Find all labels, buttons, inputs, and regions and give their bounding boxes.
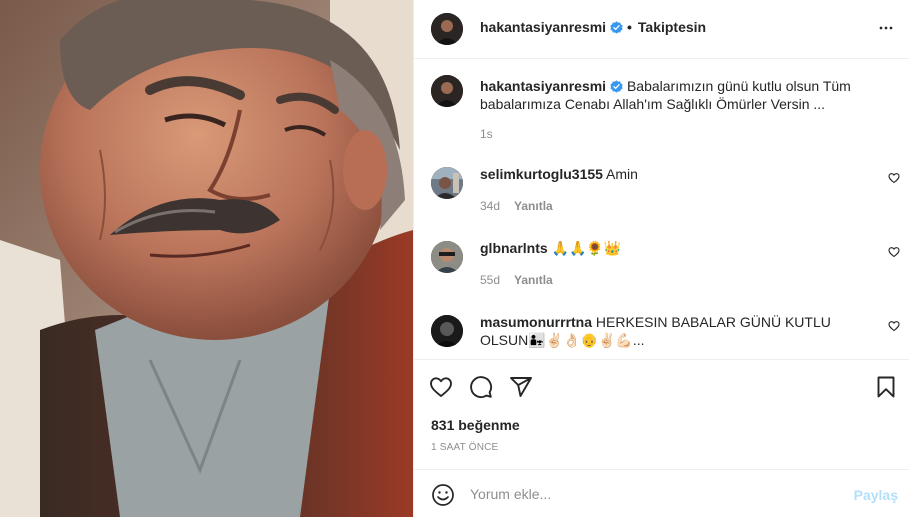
- follow-status-label[interactable]: Takiptesin: [638, 19, 706, 35]
- like-comment-heart-icon[interactable]: [888, 246, 900, 258]
- verified-badge-icon: [610, 80, 623, 93]
- post-comment-button[interactable]: Paylaş: [854, 487, 898, 503]
- comment-age[interactable]: 55d: [480, 273, 500, 287]
- commenter-username[interactable]: masumonurrrtna: [480, 314, 592, 330]
- comment-icon[interactable]: [469, 375, 493, 399]
- bookmark-icon[interactable]: [874, 375, 898, 399]
- like-comment-heart-icon[interactable]: [888, 172, 900, 184]
- comment-meta: 34d Yanıtla: [480, 199, 553, 213]
- commenter-username[interactable]: glbnarlnts: [480, 240, 548, 256]
- author-username[interactable]: hakantasiyanresmi: [480, 19, 623, 35]
- caption-username[interactable]: hakantasiyanresmi: [480, 78, 606, 94]
- commenter-username[interactable]: selimkurtoglu3155: [480, 166, 603, 182]
- comment-body: Amin: [602, 166, 638, 182]
- like-comment-heart-icon[interactable]: [888, 320, 900, 332]
- post-dialog: hakantasiyanresmi • Takiptesin hakantasiy…: [0, 0, 909, 517]
- more-options-icon[interactable]: [876, 18, 896, 38]
- like-count[interactable]: 831 beğenme: [431, 417, 520, 433]
- reply-button[interactable]: Yanıtla: [514, 273, 553, 287]
- comment-body: 🙏🙏🌻👑: [547, 240, 622, 256]
- comment-item: selimkurtoglu3155 Amin 34d Yanıtla: [414, 165, 909, 225]
- post-image: [0, 0, 413, 517]
- author-avatar[interactable]: [431, 13, 463, 45]
- author-username-text[interactable]: hakantasiyanresmi: [480, 19, 606, 35]
- caption-time[interactable]: 1s: [480, 127, 493, 141]
- follow-status[interactable]: • Takiptesin: [627, 19, 706, 35]
- commenter-avatar[interactable]: [431, 315, 463, 347]
- verified-badge-icon: [610, 21, 623, 34]
- separator-dot: •: [627, 19, 632, 35]
- comment-item: glbnarlnts 🙏🙏🌻👑 55d Yanıtla: [414, 239, 909, 299]
- post-photo[interactable]: [0, 0, 413, 517]
- comment-text: glbnarlnts 🙏🙏🌻👑: [480, 239, 880, 257]
- add-comment-bar: Paylaş: [414, 469, 909, 517]
- emoji-icon[interactable]: [431, 483, 455, 507]
- post-header: hakantasiyanresmi • Takiptesin: [414, 0, 909, 59]
- reply-button[interactable]: Yanıtla: [514, 199, 553, 213]
- commenter-avatar[interactable]: [431, 241, 463, 273]
- heart-icon[interactable]: [429, 375, 453, 399]
- comment-meta: 55d Yanıtla: [480, 273, 553, 287]
- comment-input[interactable]: [470, 484, 840, 504]
- post-timestamp[interactable]: 1 SAAT ÖNCE: [431, 442, 498, 453]
- comment-text: selimkurtoglu3155 Amin: [480, 165, 880, 183]
- caption-text: hakantasiyanresmi Babalarımızın günü kut…: [480, 77, 880, 113]
- share-icon[interactable]: [509, 375, 533, 399]
- post-actions: 831 beğenme 1 SAAT ÖNCE: [414, 359, 909, 469]
- comment-text: masumonurrrtna HERKESIN BABALAR GÜNÜ KUT…: [480, 313, 880, 349]
- commenter-avatar[interactable]: [431, 167, 463, 199]
- caption-avatar[interactable]: [431, 75, 463, 107]
- comment-age[interactable]: 34d: [480, 199, 500, 213]
- post-side-panel: hakantasiyanresmi • Takiptesin hakantasiy…: [413, 0, 909, 517]
